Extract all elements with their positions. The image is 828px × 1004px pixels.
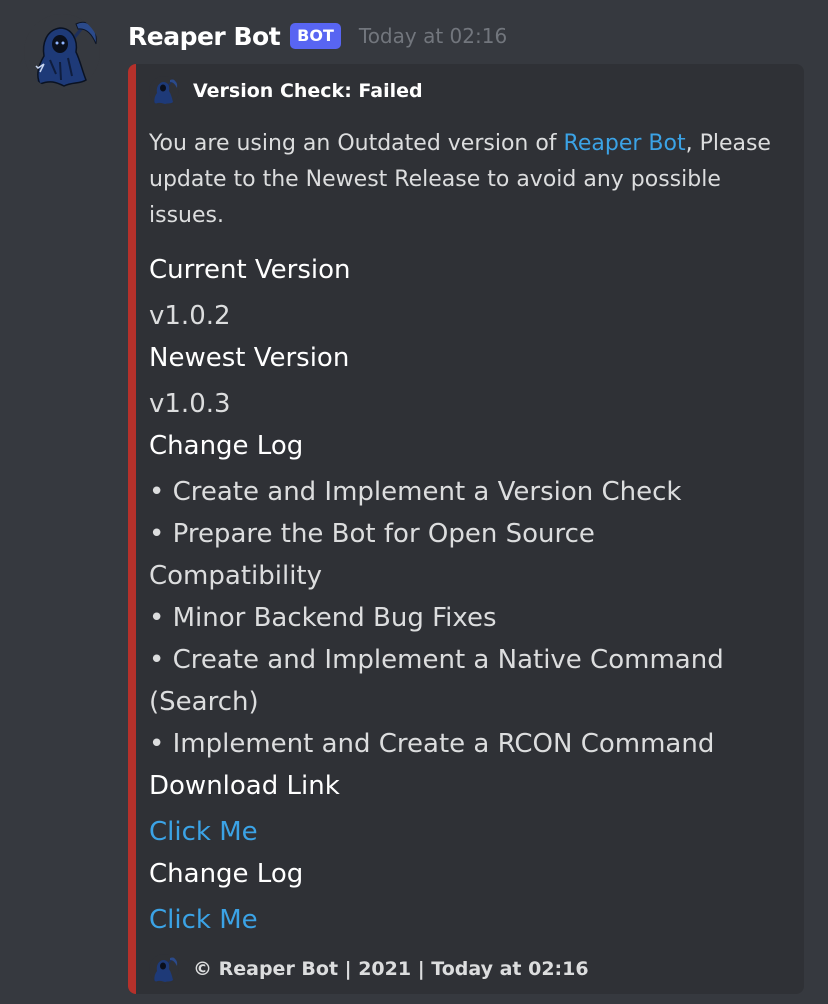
embed-author-name: Version Check: Failed — [193, 80, 423, 102]
field-name-changelog: Change Log — [149, 431, 304, 461]
message-timestamp: Today at 02:16 — [358, 24, 508, 48]
changelog-link[interactable]: Click Me — [149, 899, 258, 941]
field-name-newest-version: Newest Version — [149, 343, 350, 373]
field-name-changelog-link: Change Log — [149, 859, 304, 889]
download-link[interactable]: Click Me — [149, 811, 258, 853]
changelog-item: • Implement and Create a RCON Command — [149, 729, 715, 759]
changelog-item: (Search) — [149, 687, 259, 717]
embed-accent-bar — [128, 64, 136, 994]
changelog-item: Compatibility — [149, 561, 322, 591]
description-prefix: You are using an Outdated version of — [149, 131, 564, 156]
field-value-current-version: v1.0.2 — [149, 301, 231, 331]
message-header: Reaper Bot BOT Today at 02:16 — [128, 16, 507, 56]
reaper-bot-link[interactable]: Reaper Bot — [564, 131, 686, 156]
embed-footer: © Reaper Bot | 2021 | Today at 02:16 — [149, 954, 589, 984]
grim-reaper-icon[interactable] — [24, 14, 100, 90]
bot-tag: BOT — [290, 23, 341, 49]
embed-description: You are using an Outdated version of Rea… — [149, 126, 789, 234]
username[interactable]: Reaper Bot — [128, 22, 281, 51]
grim-reaper-icon — [149, 76, 179, 106]
changelog-item: • Prepare the Bot for Open Source — [149, 519, 595, 549]
embed-author: Version Check: Failed — [149, 76, 423, 106]
chat-message: Reaper Bot BOT Today at 02:16 Version Ch… — [0, 0, 828, 1004]
field-name-current-version: Current Version — [149, 255, 351, 285]
embed-footer-text: © Reaper Bot | 2021 | Today at 02:16 — [193, 958, 589, 980]
field-value-newest-version: v1.0.3 — [149, 389, 231, 419]
field-name-download-link: Download Link — [149, 771, 340, 801]
changelog-item: • Minor Backend Bug Fixes — [149, 603, 497, 633]
changelog-item: • Create and Implement a Native Command — [149, 645, 724, 675]
grim-reaper-icon — [149, 954, 179, 984]
embed: Version Check: Failed You are using an O… — [128, 64, 804, 994]
changelog-item: • Create and Implement a Version Check — [149, 477, 682, 507]
embed-content: Version Check: Failed You are using an O… — [149, 64, 790, 994]
